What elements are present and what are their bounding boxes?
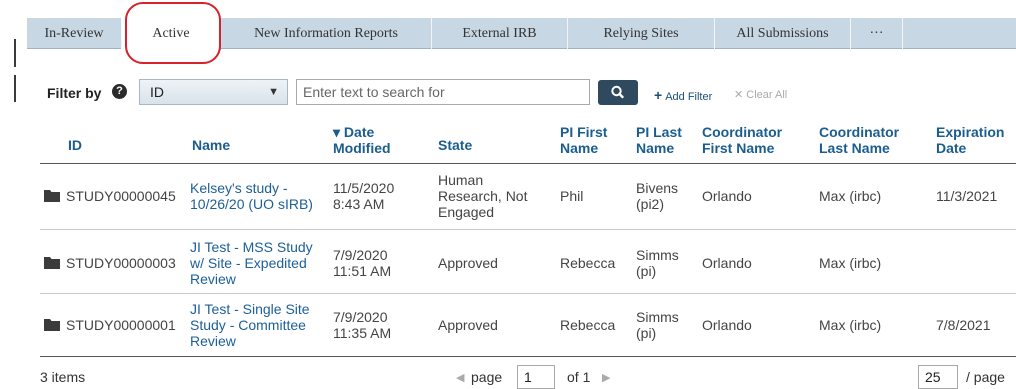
coordinator-last-name: Max (irbc) [819,255,882,271]
plus-icon: + [654,87,663,103]
tab-new-information-reports[interactable]: New Information Reports [221,18,432,49]
column-header-id[interactable]: ID [68,137,82,153]
folder-icon [44,257,60,269]
row-divider [40,293,1016,294]
pi-first-name: Rebecca [560,255,616,271]
coordinator-first-name: Orlando [702,255,752,271]
study-name-link[interactable]: JI Test - MSS Study w/ Site - Expedited … [190,239,320,287]
edge-mark [14,75,16,102]
study-name-link[interactable]: JI Test - Single Site Study - Committee … [190,301,320,349]
column-header-pi-last-name[interactable]: PI Last Name [636,124,686,156]
page-count: of 1 [567,369,591,385]
tab-all-submissions[interactable]: All Submissions [715,18,851,49]
search-icon [611,85,624,99]
date-modified: 11/5/2020 8:43 AM [333,180,395,212]
previous-page-icon[interactable]: ◀ [456,371,464,384]
help-icon[interactable]: ? [112,84,127,99]
tab-in-review[interactable]: In-Review [27,18,122,49]
coordinator-first-name: Orlando [702,188,752,204]
edge-mark [14,39,16,67]
study-state: Approved [438,255,498,271]
study-id: STUDY00000001 [66,317,176,333]
column-header-date-modified[interactable]: ▾ Date Modified [333,124,413,156]
search-button[interactable] [598,80,638,105]
table-bottom-divider [40,356,1016,357]
tab-more[interactable]: ··· [851,18,903,49]
pi-first-name: Phil [560,188,584,204]
clear-all-label: Clear All [746,89,788,101]
study-state: Human Research, Not Engaged [438,172,528,220]
column-header-coordinator-first-name[interactable]: Coordinator First Name [702,124,797,156]
tab-relying-sites[interactable]: Relying Sites [568,18,715,49]
header-divider [40,163,1016,164]
add-filter-link[interactable]: + Add Filter [654,87,712,103]
folder-icon [44,319,60,331]
column-header-state[interactable]: State [438,137,472,153]
study-id: STUDY00000003 [66,255,176,271]
study-name-link[interactable]: Kelsey's study - 10/26/20 (UO sIRB) [190,180,320,212]
folder-icon [44,190,60,202]
pi-last-name: Simms (pi) [636,309,679,341]
search-input[interactable] [296,79,590,105]
tab-bar: In-Review Active New Information Reports… [27,18,1016,50]
close-icon: ✕ [734,89,744,101]
add-filter-label: Add Filter [665,91,713,103]
pi-last-name: Simms (pi) [636,247,679,279]
per-page-label: / page [966,369,1005,385]
coordinator-first-name: Orlando [702,317,752,333]
per-page-input[interactable]: 25 [918,365,958,389]
study-id: STUDY00000045 [66,188,176,204]
coordinator-last-name: Max (irbc) [819,188,882,204]
items-count: 3 items [40,369,86,385]
filter-field-select[interactable]: ID ▼ [139,79,288,105]
column-header-coordinator-last-name[interactable]: Coordinator Last Name [819,124,914,156]
row-divider [40,229,1016,230]
expiration-date: 11/3/2021 [936,188,998,204]
clear-all-link[interactable]: ✕ Clear All [734,88,787,101]
tab-external-irb[interactable]: External IRB [432,18,568,49]
coordinator-last-name: Max (irbc) [819,317,882,333]
tab-active[interactable]: Active [122,18,221,50]
column-header-expiration-date[interactable]: Expiration Date [936,124,1016,156]
column-header-pi-first-name[interactable]: PI First Name [560,124,610,156]
column-header-name[interactable]: Name [192,137,230,153]
left-edge-marks [0,0,20,389]
filter-field-value: ID [150,84,164,100]
pi-last-name: Bivens (pi2) [636,180,679,212]
date-modified: 7/9/2020 11:51 AM [333,247,392,279]
page-label: page [471,369,503,385]
filter-by-label: Filter by [47,85,102,101]
expiration-date: 7/8/2021 [936,317,991,333]
date-modified: 7/9/2020 11:35 AM [333,309,392,341]
study-state: Approved [438,317,498,333]
next-page-icon[interactable]: ▶ [602,371,610,384]
pi-first-name: Rebecca [560,317,616,333]
page-number-input[interactable]: 1 [517,365,555,389]
caret-down-icon: ▼ [268,86,279,98]
